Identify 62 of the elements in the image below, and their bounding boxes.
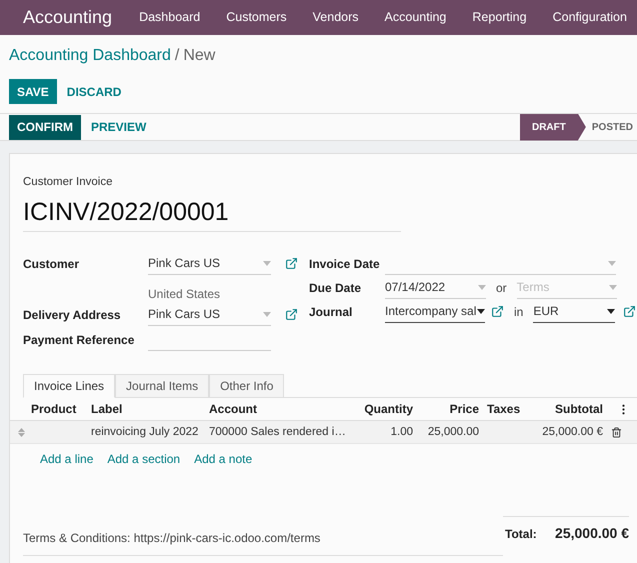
menu-item[interactable]: Reporting bbox=[459, 8, 540, 27]
field-label: Customer bbox=[23, 256, 80, 271]
add-link[interactable]: Add a note bbox=[194, 450, 252, 468]
status-step[interactable]: POSTED bbox=[586, 114, 637, 140]
tab[interactable]: Invoice Lines bbox=[23, 374, 116, 398]
column-header[interactable]: Quantity bbox=[359, 400, 417, 418]
delete-icon[interactable] bbox=[611, 426, 622, 438]
in-text: in bbox=[514, 304, 524, 321]
invoice-number: ICINV/2022/00001 bbox=[23, 195, 401, 232]
due-date-field[interactable]: 07/14/2022 bbox=[385, 276, 486, 299]
currency-field[interactable]: EUR bbox=[533, 300, 616, 323]
menu-item[interactable]: Vendors bbox=[300, 8, 372, 27]
column-header[interactable]: Price bbox=[417, 400, 483, 418]
column-header[interactable]: Account bbox=[205, 400, 359, 418]
or-text: or bbox=[496, 280, 507, 297]
invoice-type: Customer Invoice bbox=[23, 175, 114, 190]
total-amount: 25,000.00 € bbox=[555, 524, 629, 544]
journal-field[interactable]: Intercompany sal bbox=[385, 300, 485, 323]
customer-address: United States bbox=[148, 286, 222, 302]
field-label: Delivery Address bbox=[23, 308, 121, 322]
tab[interactable]: Other Info bbox=[209, 374, 284, 398]
field-label: Due Date bbox=[309, 280, 362, 295]
total-label: Total: bbox=[504, 526, 537, 543]
primary-button[interactable]: CONFIRM bbox=[9, 114, 81, 140]
app-title: Accounting bbox=[23, 6, 112, 29]
table-cell-text: reinvoicing July 2022 bbox=[90, 424, 200, 440]
status-step[interactable]: DRAFT bbox=[520, 114, 586, 140]
column-header[interactable]: Subtotal bbox=[533, 400, 607, 418]
terms-and-conditions: Terms & Conditions: https://pink-cars-ic.odoo.com/terms bbox=[23, 531, 320, 546]
delivery-address-field[interactable]: Pink Cars US bbox=[148, 304, 271, 326]
invoice-line-row[interactable]: reinvoicing July 2022 700000 Sales rendered i… 1.00 25,000.00 25,000.00 € bbox=[10, 421, 637, 444]
column-header[interactable]: Label bbox=[87, 400, 205, 418]
field-label: Payment Reference bbox=[23, 332, 134, 347]
link-button[interactable]: DISCARD bbox=[58, 79, 130, 104]
column-header[interactable]: Product bbox=[27, 400, 87, 418]
link-button[interactable]: PREVIEW bbox=[83, 114, 154, 140]
dropdown-caret-icon[interactable] bbox=[607, 308, 616, 314]
add-link[interactable]: Add a section bbox=[107, 450, 180, 468]
table-cell-text: 25,000.00 € bbox=[541, 424, 604, 440]
tab[interactable]: Journal Items bbox=[115, 374, 210, 398]
breadcrumb-separator: / bbox=[174, 47, 180, 64]
external-link-icon[interactable] bbox=[623, 305, 636, 318]
customer-field[interactable]: Pink Cars US bbox=[148, 252, 271, 275]
breadcrumb-current: New bbox=[183, 47, 216, 64]
menu-item[interactable]: Accounting bbox=[372, 8, 460, 27]
external-link-icon[interactable] bbox=[285, 308, 298, 322]
external-link-icon[interactable] bbox=[491, 305, 504, 318]
field-label: Journal bbox=[309, 304, 352, 319]
table-cell-text: 25,000.00 bbox=[426, 424, 480, 440]
menu-item[interactable]: Dashboard bbox=[126, 8, 214, 27]
menu-item[interactable]: Configuration bbox=[540, 8, 637, 27]
field-label: Invoice Date bbox=[309, 256, 380, 271]
primary-button[interactable]: SAVE bbox=[9, 79, 57, 104]
external-link-icon[interactable] bbox=[285, 257, 298, 270]
drag-handle-icon[interactable] bbox=[18, 428, 25, 437]
dropdown-caret-icon[interactable] bbox=[477, 308, 485, 314]
add-link[interactable]: Add a line bbox=[40, 450, 94, 468]
menu-item[interactable]: Customers bbox=[213, 8, 300, 27]
table-cell-text: 700000 Sales rendered i… bbox=[208, 424, 347, 440]
breadcrumb-link[interactable]: Accounting Dashboard bbox=[9, 47, 171, 64]
column-header[interactable]: Taxes bbox=[483, 400, 533, 418]
table-cell-text: 1.00 bbox=[390, 424, 414, 440]
